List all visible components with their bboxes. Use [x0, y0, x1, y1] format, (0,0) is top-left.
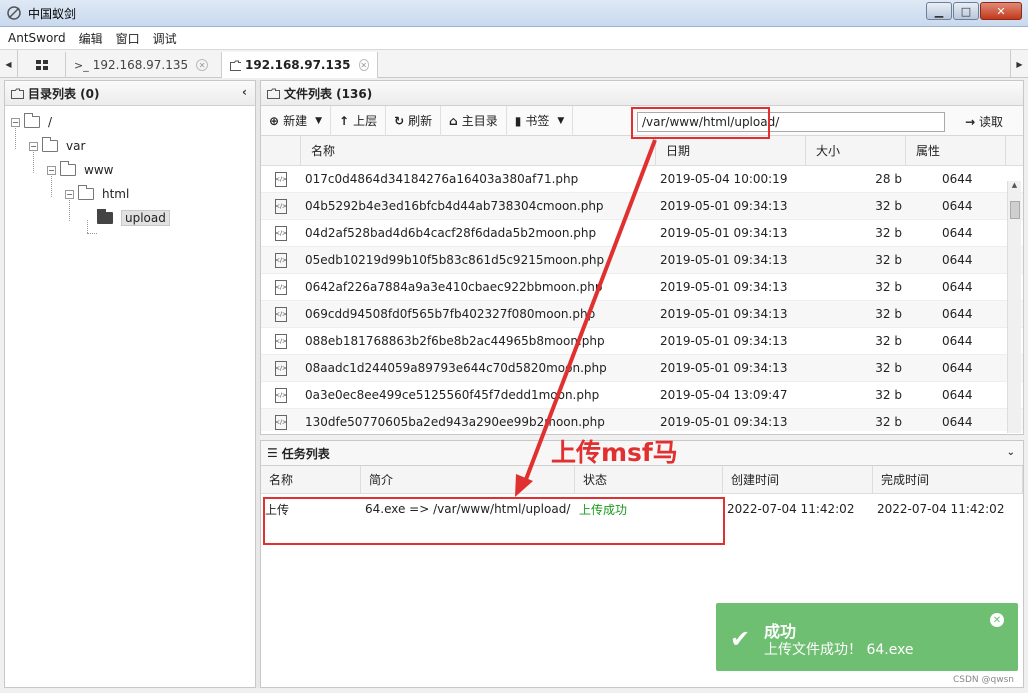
watermark: CSDN @qwsn [953, 675, 1014, 685]
annotation-label: 上传msf马 [551, 438, 678, 467]
toast-message: 上传文件成功！ 64.exe [764, 642, 914, 658]
check-icon: ✔ [730, 625, 751, 653]
annotation-arrow [515, 139, 657, 497]
toast-close-icon[interactable]: ✕ [990, 613, 1004, 627]
success-toast: ✔ 成功 上传文件成功！ 64.exe ✕ [716, 603, 1018, 671]
